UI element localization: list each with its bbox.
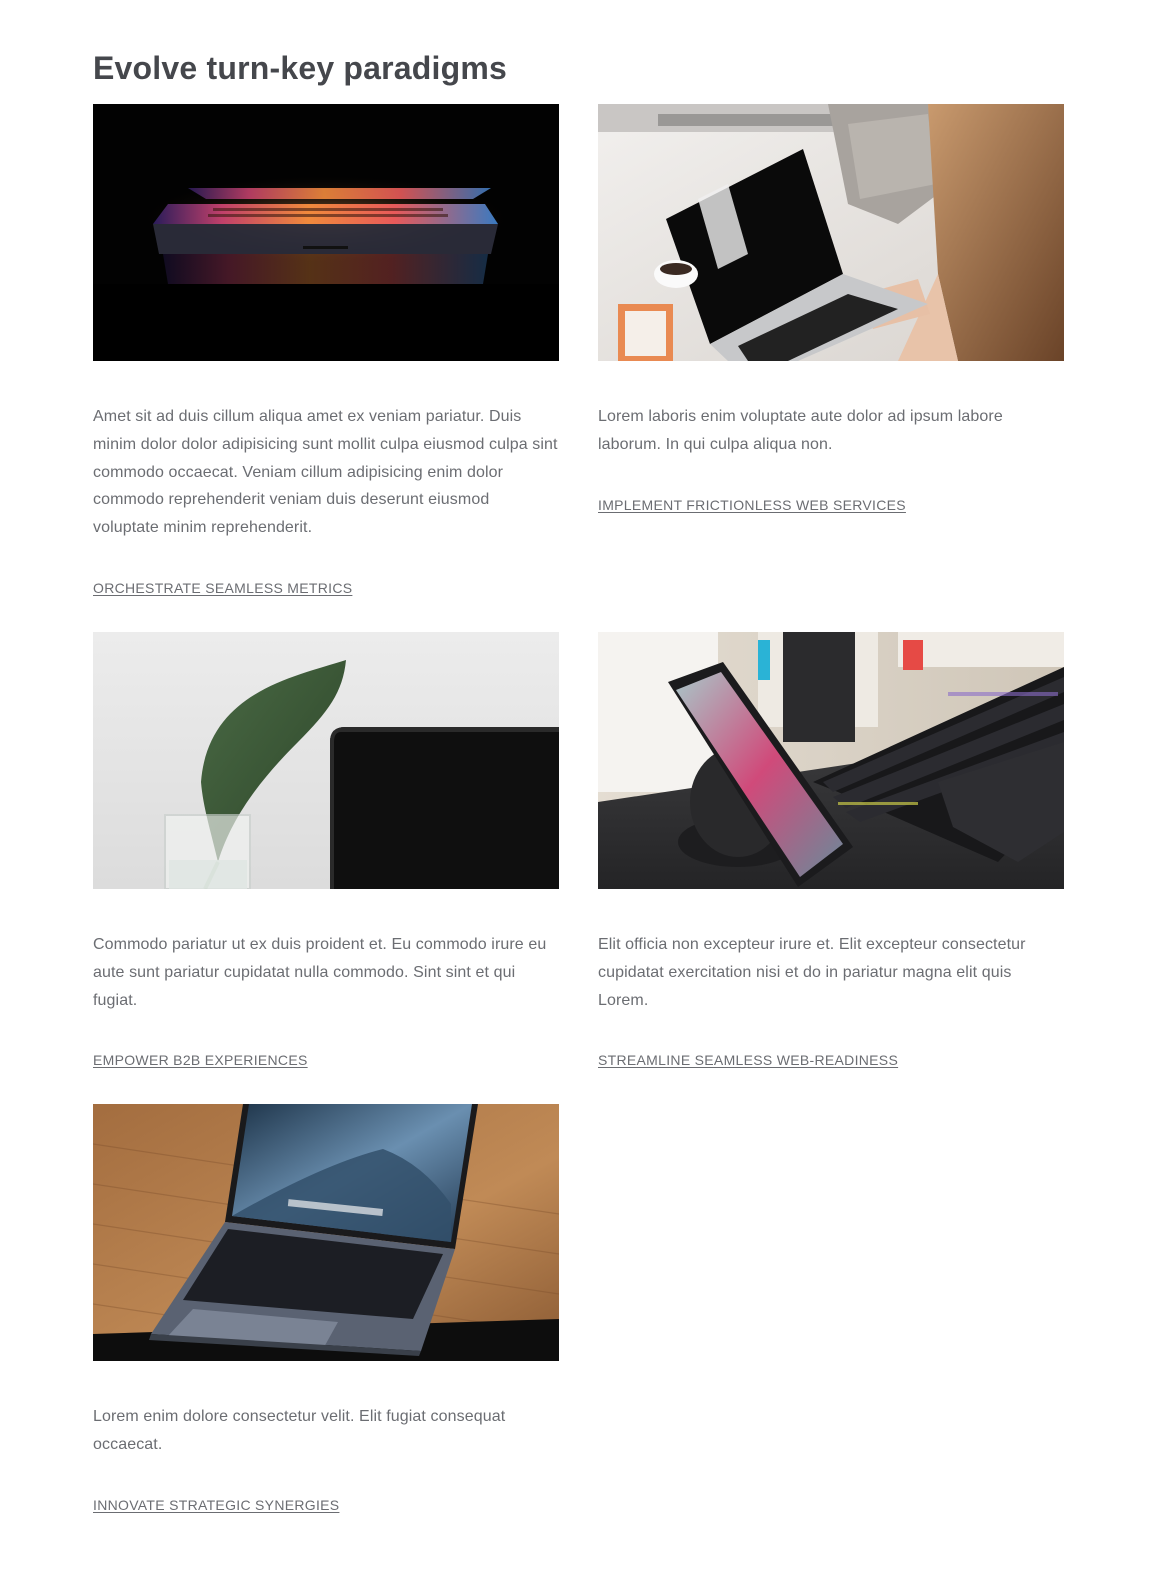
card-orchestrate: Amet sit ad duis cillum aliqua amet ex v…	[93, 104, 559, 598]
leaf-vase-laptop-image	[93, 632, 559, 889]
card-description: Lorem laboris enim voluptate aute dolor …	[598, 408, 1003, 453]
card-link-streamline[interactable]: STREAMLINE SEAMLESS WEB-READINESS	[598, 1052, 898, 1068]
card-image	[598, 104, 1064, 361]
laptop-wooden-desk-image	[93, 1104, 559, 1361]
card-link-innovate[interactable]: INNOVATE STRATEGIC SYNERGIES	[93, 1497, 339, 1513]
section-title: Evolve turn-key paradigms	[93, 50, 508, 86]
card-description: Commodo pariatur ut ex duis proident et.…	[93, 936, 547, 1009]
card-empower: Commodo pariatur ut ex duis proident et.…	[93, 632, 559, 1070]
woman-typing-laptop-image	[598, 104, 1064, 361]
card-description: Elit officia non excepteur irure et. Eli…	[598, 936, 1026, 1009]
card-description: Amet sit ad duis cillum aliqua amet ex v…	[93, 408, 558, 537]
page: Evolve turn-key paradigms Amet sit ad du…	[0, 0, 1168, 1584]
card-description: Lorem enim dolore consectetur velit. Eli…	[93, 1408, 506, 1453]
card-image	[93, 104, 559, 361]
card-link-empower[interactable]: EMPOWER B2B EXPERIENCES	[93, 1052, 308, 1068]
laptop-glowing-keyboard-image	[93, 104, 559, 361]
card-link-orchestrate[interactable]: ORCHESTRATE SEAMLESS METRICS	[93, 580, 352, 596]
card-link-implement[interactable]: IMPLEMENT FRICTIONLESS WEB SERVICES	[598, 497, 906, 513]
card-implement: Lorem laboris enim voluptate aute dolor …	[598, 104, 1064, 515]
card-innovate: Lorem enim dolore consectetur velit. Eli…	[93, 1104, 559, 1515]
card-image	[598, 632, 1064, 889]
card-streamline: Elit officia non excepteur irure et. Eli…	[598, 632, 1064, 1070]
card-image	[93, 632, 559, 889]
phone-charger-keyboard-image	[598, 632, 1064, 889]
card-image	[93, 1104, 559, 1361]
